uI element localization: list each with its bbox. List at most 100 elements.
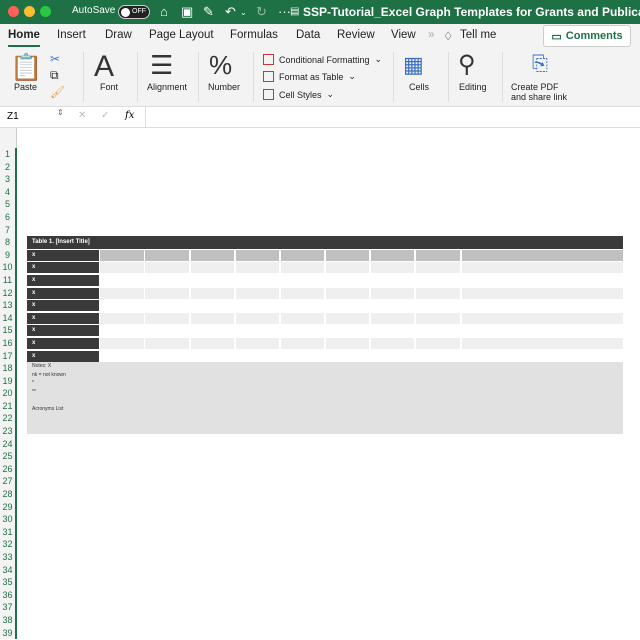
row-header[interactable]: 32: [0, 538, 15, 551]
table-cell[interactable]: [236, 312, 279, 324]
alignment-icon[interactable]: ☰: [150, 50, 173, 81]
paste-button[interactable]: Paste: [14, 82, 37, 92]
conditional-formatting-button[interactable]: Conditional Formatting ⌄: [263, 54, 382, 65]
row-header[interactable]: 28: [0, 488, 15, 501]
table-cell[interactable]: [281, 338, 324, 349]
table-cell[interactable]: [371, 338, 414, 349]
row-header[interactable]: 7: [0, 224, 15, 237]
table-cell[interactable]: [236, 300, 279, 312]
table-cell[interactable]: [326, 312, 369, 324]
table-cell[interactable]: [371, 249, 414, 261]
table-cell[interactable]: [145, 300, 189, 312]
row-header[interactable]: 35: [0, 576, 15, 589]
row-header[interactable]: 13: [0, 299, 15, 312]
row-header[interactable]: 1: [0, 148, 15, 161]
table-cell[interactable]: [416, 262, 460, 274]
table-cell[interactable]: [100, 350, 144, 362]
row-header[interactable]: 16: [0, 337, 15, 350]
table-cell[interactable]: [281, 350, 324, 362]
undo-dropdown-icon[interactable]: ⌄: [240, 8, 247, 17]
paste-icon[interactable]: 📋: [10, 52, 42, 83]
more-tabs-icon[interactable]: »: [428, 29, 434, 41]
alignment-button[interactable]: Alignment: [147, 82, 187, 92]
row-header[interactable]: 4: [0, 186, 15, 199]
row-header[interactable]: 12: [0, 287, 15, 300]
table-cell[interactable]: [100, 325, 144, 337]
search-icon[interactable]: ⚲: [458, 50, 476, 79]
row-header[interactable]: 14: [0, 312, 15, 325]
save-as-icon[interactable]: ✎: [203, 4, 214, 20]
table-cell[interactable]: [416, 300, 460, 312]
table-cell[interactable]: [326, 275, 369, 286]
home-icon[interactable]: ⌂: [160, 4, 168, 19]
copy-icon[interactable]: ⧉: [50, 68, 59, 83]
create-pdf-label-1[interactable]: Create PDF: [511, 82, 559, 92]
row-header[interactable]: 22: [0, 412, 15, 425]
table-row-label[interactable]: x: [27, 338, 99, 349]
table-cell[interactable]: [191, 275, 234, 286]
table-row-label[interactable]: x: [27, 249, 99, 261]
undo-icon[interactable]: ↶: [225, 4, 236, 20]
table-cell[interactable]: [236, 350, 279, 362]
row-header[interactable]: 37: [0, 601, 15, 614]
row-header[interactable]: 30: [0, 513, 15, 526]
row-header[interactable]: 15: [0, 324, 15, 337]
name-box[interactable]: Z1: [7, 111, 19, 122]
table-cell[interactable]: [462, 350, 623, 362]
row-header[interactable]: 5: [0, 198, 15, 211]
row-header[interactable]: 11: [0, 274, 15, 287]
table-cell[interactable]: [145, 287, 189, 299]
table-cell[interactable]: [462, 338, 623, 349]
table-row-label[interactable]: x: [27, 350, 99, 362]
table-cell[interactable]: [326, 338, 369, 349]
name-box-stepper[interactable]: ⇕: [57, 108, 64, 117]
table-cell[interactable]: [371, 275, 414, 286]
font-icon[interactable]: A: [94, 50, 114, 84]
cut-icon[interactable]: ✂: [50, 52, 60, 66]
row-header[interactable]: 3: [0, 173, 15, 186]
create-pdf-label-2[interactable]: and share link: [511, 92, 567, 102]
close-window-button[interactable]: [8, 6, 19, 17]
table-row-label[interactable]: x: [27, 287, 99, 299]
table-cell[interactable]: [100, 275, 144, 286]
table-cell[interactable]: [371, 287, 414, 299]
row-header[interactable]: 20: [0, 387, 15, 400]
table-cell[interactable]: [462, 312, 623, 324]
table-cell[interactable]: [371, 300, 414, 312]
table-cell[interactable]: [416, 338, 460, 349]
row-header[interactable]: 31: [0, 526, 15, 539]
table-cell[interactable]: [281, 312, 324, 324]
tab-insert[interactable]: Insert: [57, 29, 86, 41]
pdf-icon[interactable]: ⎘: [532, 53, 548, 76]
table-cell[interactable]: [145, 262, 189, 274]
table-cell[interactable]: [281, 249, 324, 261]
row-header[interactable]: 29: [0, 501, 15, 514]
row-header[interactable]: 8: [0, 236, 15, 249]
table-cell[interactable]: [100, 338, 144, 349]
table-cell[interactable]: [191, 338, 234, 349]
table-row-label[interactable]: x: [27, 275, 99, 286]
table-cell[interactable]: [281, 287, 324, 299]
table-cell[interactable]: [145, 325, 189, 337]
table-cell[interactable]: [145, 312, 189, 324]
row-header[interactable]: 23: [0, 425, 15, 438]
row-header[interactable]: 33: [0, 551, 15, 564]
format-as-table-button[interactable]: Format as Table ⌄: [263, 71, 356, 82]
table-cell[interactable]: [191, 262, 234, 274]
row-header[interactable]: 18: [0, 362, 15, 375]
table-cell[interactable]: [416, 287, 460, 299]
row-header[interactable]: 36: [0, 589, 15, 602]
minimize-window-button[interactable]: [24, 6, 35, 17]
table-cell[interactable]: [416, 350, 460, 362]
table-cell[interactable]: [236, 262, 279, 274]
table-cell[interactable]: [191, 312, 234, 324]
tab-data[interactable]: Data: [296, 29, 320, 41]
table-cell[interactable]: [462, 325, 623, 337]
table-cell[interactable]: [416, 325, 460, 337]
table-cell[interactable]: [326, 287, 369, 299]
table-cell[interactable]: [145, 350, 189, 362]
table-cell[interactable]: [191, 287, 234, 299]
tab-page-layout[interactable]: Page Layout: [149, 29, 214, 41]
table-cell[interactable]: [326, 325, 369, 337]
table-cell[interactable]: [416, 249, 460, 261]
